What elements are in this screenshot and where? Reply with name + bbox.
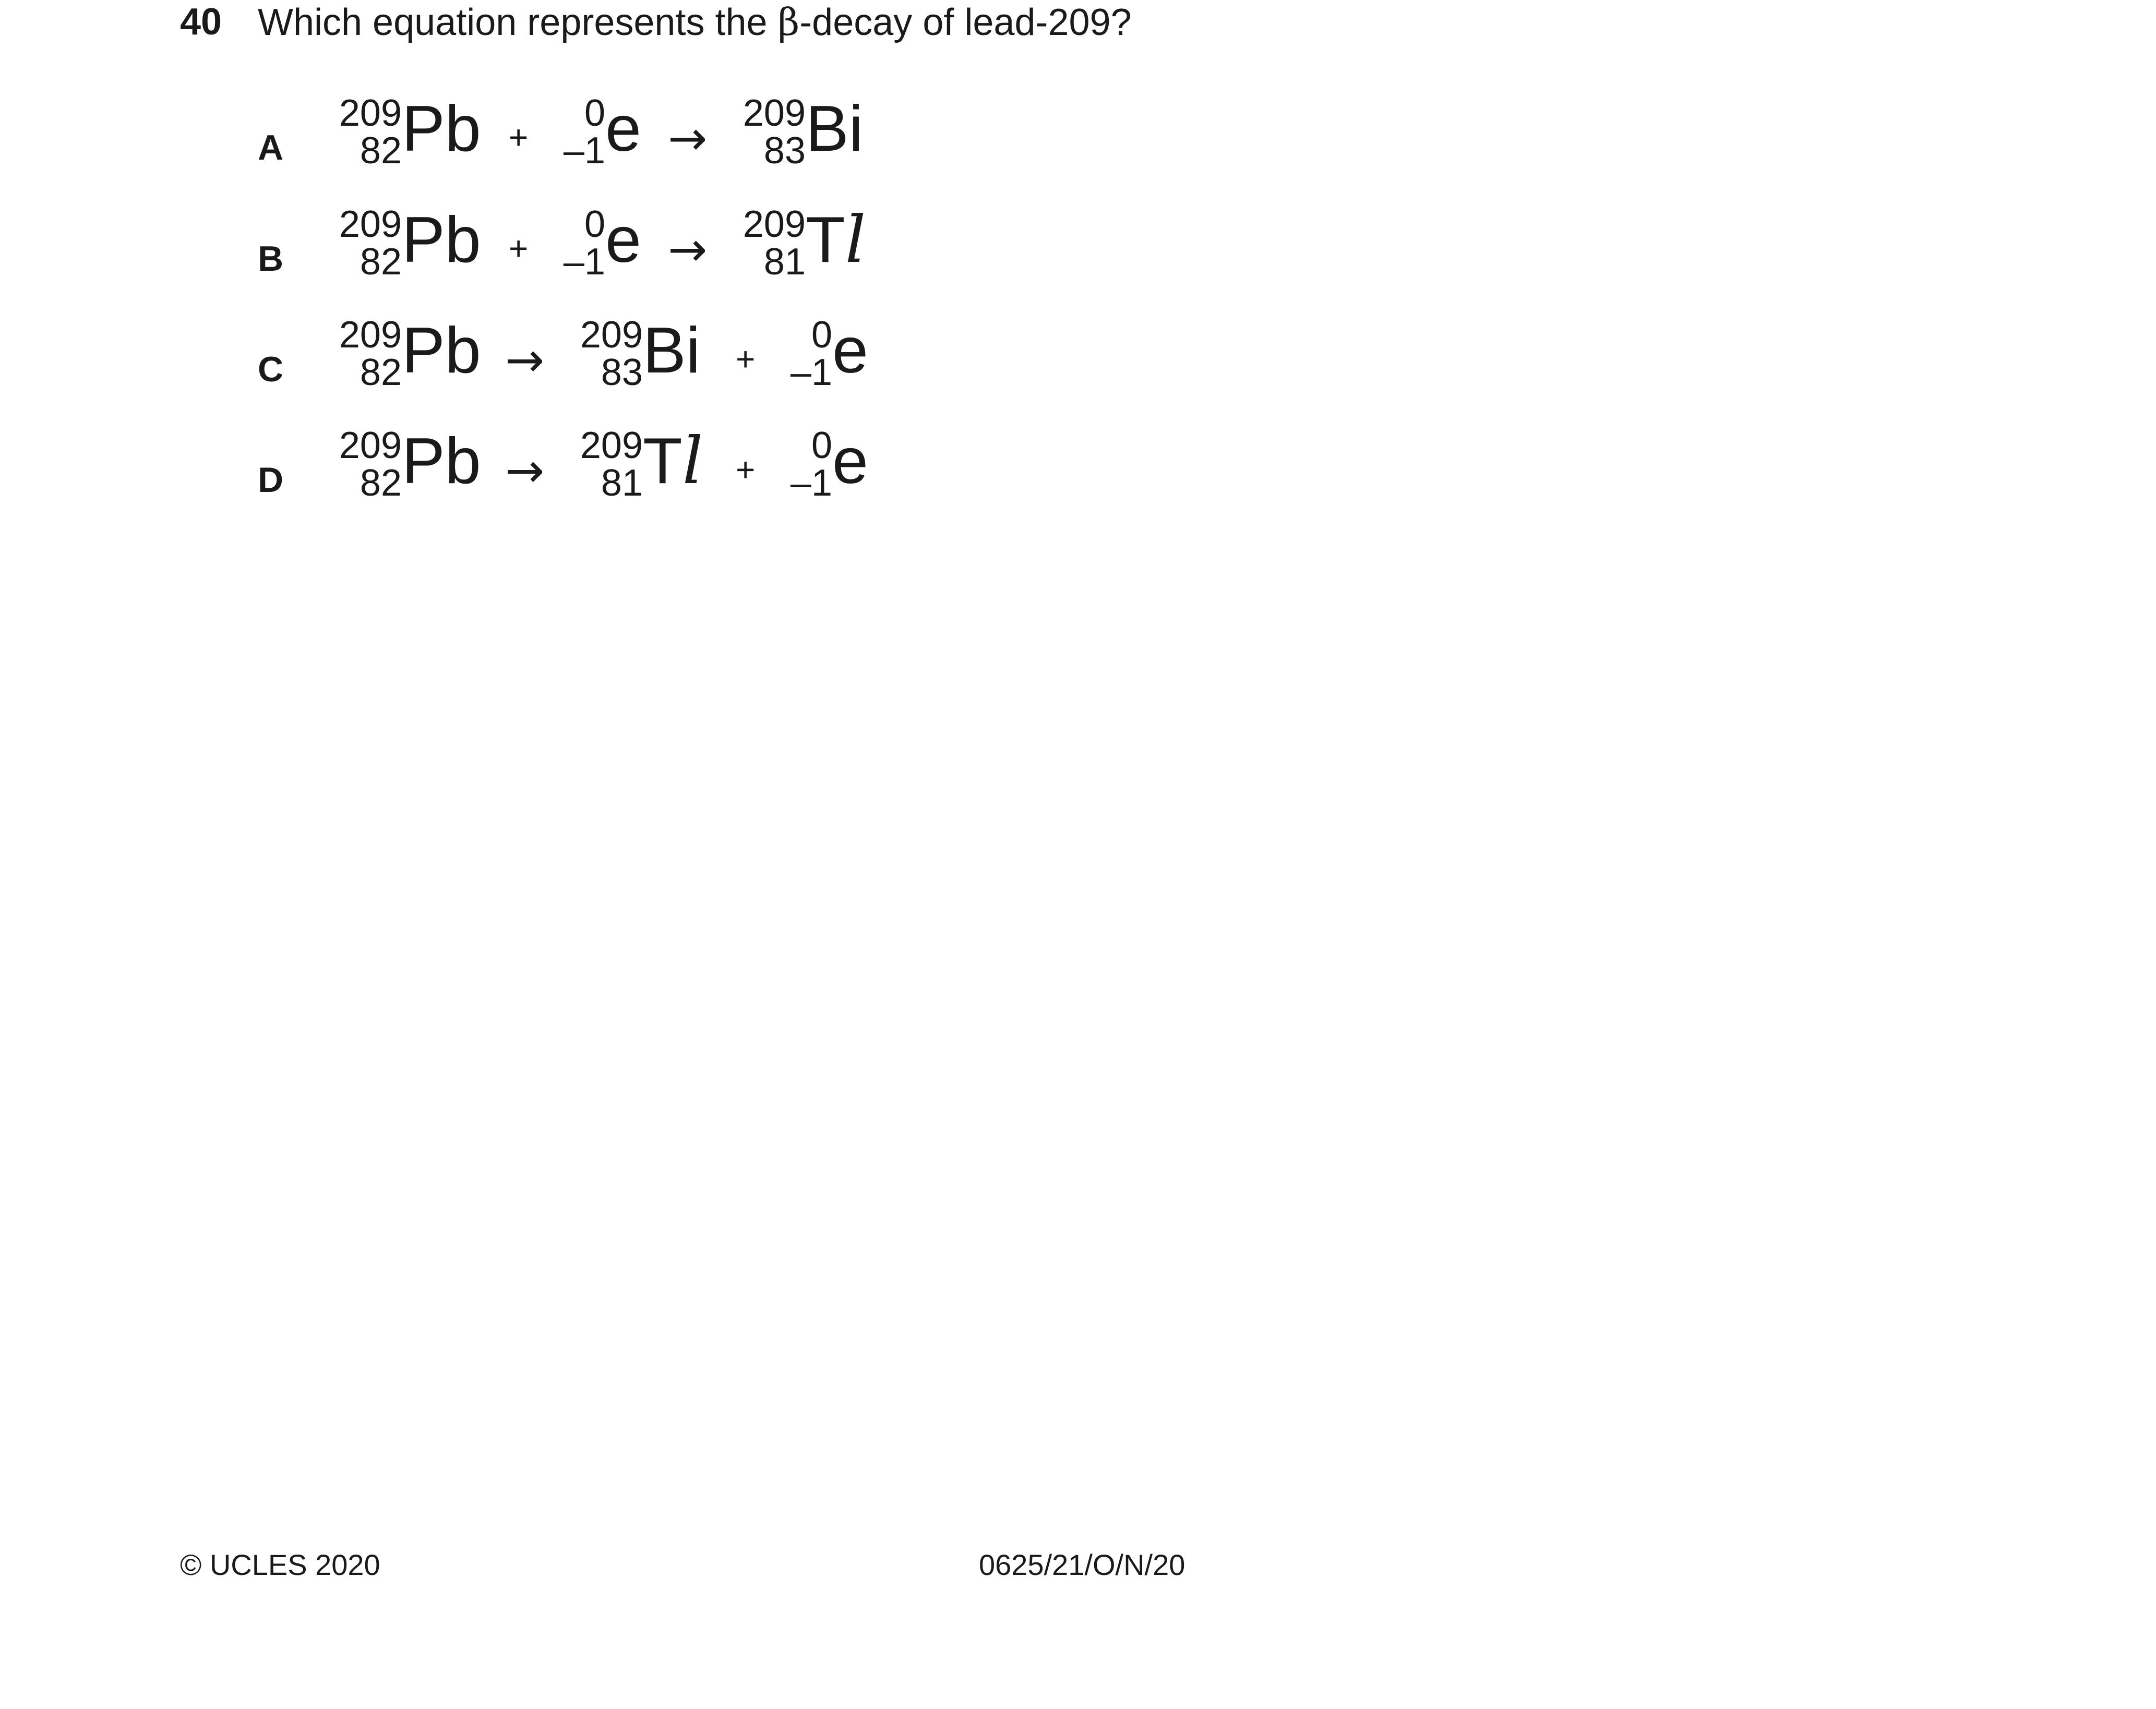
plus-operator: + — [736, 340, 756, 378]
atomic-number: 81 — [763, 241, 806, 283]
atomic-number: –1 — [563, 241, 605, 283]
atomic-number: –1 — [790, 352, 832, 393]
mass-number: 209 — [742, 203, 806, 245]
element-symbol: Bi — [643, 315, 701, 387]
element-symbol: Pb — [402, 204, 481, 276]
symbol-script-l: l — [682, 424, 703, 499]
footer-paper-code: 0625/21/O/N/20 — [979, 1548, 1185, 1581]
atomic-number: –1 — [563, 130, 605, 172]
element-symbol: Pb — [402, 315, 481, 387]
question-text: Which equation represents the β-decay of… — [258, 3, 1132, 41]
atomic-number: 81 — [601, 462, 643, 504]
symbol-script-l: l — [845, 202, 866, 278]
mass-number: 209 — [339, 92, 402, 134]
question-header: 40 Which equation represents the β-decay… — [0, 0, 1565, 63]
plus-operator: + — [736, 451, 756, 488]
atomic-number: 83 — [601, 352, 643, 393]
element-symbol: e — [605, 204, 641, 276]
footer-copyright: © UCLES 2020 — [180, 1548, 380, 1581]
mass-number: 0 — [811, 314, 832, 356]
option-c[interactable]: C 209 82 Pb → 209 83 Bi + 0 –1 e — [0, 313, 1148, 417]
element-symbol: Bi — [806, 93, 864, 165]
mass-number: 0 — [811, 425, 832, 466]
beta-symbol: β — [777, 0, 800, 44]
option-letter: A — [258, 128, 284, 167]
atomic-number: 82 — [360, 241, 402, 283]
symbol-letter: T — [643, 425, 682, 497]
atomic-number: 82 — [360, 462, 402, 504]
reaction-arrow: → — [505, 333, 545, 388]
atomic-number: 82 — [360, 352, 402, 393]
atomic-number: –1 — [790, 462, 832, 504]
option-a[interactable]: A 209 82 Pb + 0 –1 e → 209 83 Bi — [0, 91, 1148, 196]
symbol-letter: T — [806, 204, 845, 276]
mass-number: 0 — [584, 203, 605, 245]
option-letter: B — [258, 239, 284, 279]
option-letter: C — [258, 350, 284, 389]
plus-operator: + — [509, 230, 529, 267]
mass-number: 0 — [584, 92, 605, 134]
reaction-arrow: → — [668, 222, 708, 277]
element-symbol: Pb — [402, 93, 481, 165]
element-symbol: e — [832, 425, 868, 497]
mass-number: 209 — [580, 314, 643, 356]
question-text-end: -decay of lead-209? — [799, 2, 1132, 43]
mass-number: 209 — [580, 425, 643, 466]
option-b[interactable]: B 209 82 Pb + 0 –1 e → 209 81 Tl — [0, 202, 1148, 307]
option-d[interactable]: D 209 82 Pb → 209 81 Tl + 0 –1 e — [0, 424, 1148, 528]
option-letter: D — [258, 460, 284, 500]
question-number: 40 — [180, 1, 222, 43]
element-symbol: Tl — [806, 208, 866, 272]
atomic-number: 82 — [360, 130, 402, 172]
question-text-start: Which equation represents the — [258, 2, 778, 43]
element-symbol: e — [832, 315, 868, 387]
mass-number: 209 — [742, 92, 806, 134]
reaction-arrow: → — [668, 111, 708, 166]
reaction-arrow: → — [505, 443, 545, 498]
plus-operator: + — [509, 118, 529, 156]
atomic-number: 83 — [763, 130, 806, 172]
mass-number: 209 — [339, 203, 402, 245]
mass-number: 209 — [339, 425, 402, 466]
element-symbol: Pb — [402, 425, 481, 497]
mass-number: 209 — [339, 314, 402, 356]
element-symbol: Tl — [643, 429, 703, 494]
element-symbol: e — [605, 93, 641, 165]
